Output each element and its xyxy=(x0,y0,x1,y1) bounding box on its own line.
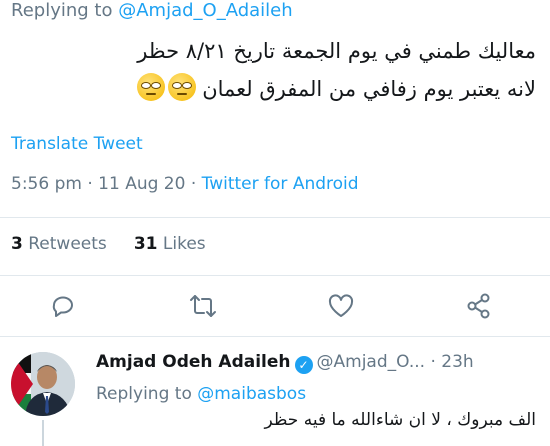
retweets-label: Retweets xyxy=(28,234,107,254)
reply-replying-to: Replying to @maibasbos xyxy=(96,384,306,404)
tweet-actions-bar xyxy=(0,283,550,327)
tweet-text-line-2: لانه يعتبر يوم زفافي من المفرق لعمان xyxy=(11,70,536,108)
retweet-icon xyxy=(190,295,216,317)
avatar[interactable] xyxy=(11,352,75,416)
tweet-stats: 3 Retweets 31 Likes xyxy=(11,234,206,254)
replying-to-label: Replying to xyxy=(96,384,192,404)
likes-label: Likes xyxy=(162,234,206,254)
tweet-source-link[interactable]: Twitter for Android xyxy=(202,174,359,194)
share-icon xyxy=(467,293,490,319)
tweet-text-line-1: معاليك طمني في يوم الجمعة تاريخ ٨/٢١ حظر xyxy=(137,39,536,63)
reply-tweet-card[interactable]: Amjad Odeh Adaileh ✓ @Amjad_O... · 23h Rep… xyxy=(0,340,550,446)
replying-to-handle-link[interactable]: @maibasbos xyxy=(197,384,306,404)
meta-separator: · xyxy=(425,352,442,372)
face-with-rolling-eyes-emoji xyxy=(167,73,196,101)
retweets-count: 3 xyxy=(11,234,23,254)
retweet-button[interactable] xyxy=(188,291,218,321)
thread-line xyxy=(42,420,44,446)
reply-time[interactable]: 23h xyxy=(441,352,473,372)
divider xyxy=(0,336,550,337)
like-button[interactable] xyxy=(326,291,356,321)
replying-to-header: Replying to @Amjad_O_Adaileh xyxy=(11,0,293,21)
reply-button[interactable] xyxy=(48,291,78,321)
meta-separator: · xyxy=(185,174,202,194)
tweet-time: 5:56 pm xyxy=(11,174,82,194)
reply-text: الف مبروك ، لا ان شاءالله ما فيه حظر xyxy=(264,410,536,430)
share-button[interactable] xyxy=(464,291,494,321)
divider xyxy=(0,275,550,276)
reply-header: Amjad Odeh Adaileh ✓ @Amjad_O... · 23h xyxy=(96,352,474,374)
meta-separator: · xyxy=(81,174,99,194)
tweet-text: معاليك طمني في يوم الجمعة تاريخ ٨/٢١ حظر… xyxy=(11,32,536,108)
reply-icon xyxy=(52,296,73,317)
retweets-stat[interactable]: 3 Retweets xyxy=(11,234,107,254)
likes-stat[interactable]: 31 Likes xyxy=(134,234,206,254)
translate-tweet-link[interactable]: Translate Tweet xyxy=(11,134,143,154)
reply-author-handle[interactable]: @Amjad_O... xyxy=(317,352,426,372)
replying-to-label: Replying to xyxy=(11,0,113,21)
likes-count: 31 xyxy=(133,234,158,254)
divider xyxy=(0,217,550,218)
tweet-date: 11 Aug 20 xyxy=(98,174,186,194)
verified-badge-icon: ✓ xyxy=(294,356,313,374)
face-with-rolling-eyes-emoji xyxy=(136,73,165,101)
profile-photo-image xyxy=(11,352,75,416)
like-icon xyxy=(328,294,354,317)
tweet-text-line-2-text: لانه يعتبر يوم زفافي من المفرق لعمان xyxy=(202,77,536,101)
replying-to-handle-link[interactable]: @Amjad_O_Adaileh xyxy=(118,0,292,21)
tweet-meta: 5:56 pm · 11 Aug 20 · Twitter for Androi… xyxy=(11,174,359,194)
reply-author-name[interactable]: Amjad Odeh Adaileh xyxy=(96,352,291,372)
